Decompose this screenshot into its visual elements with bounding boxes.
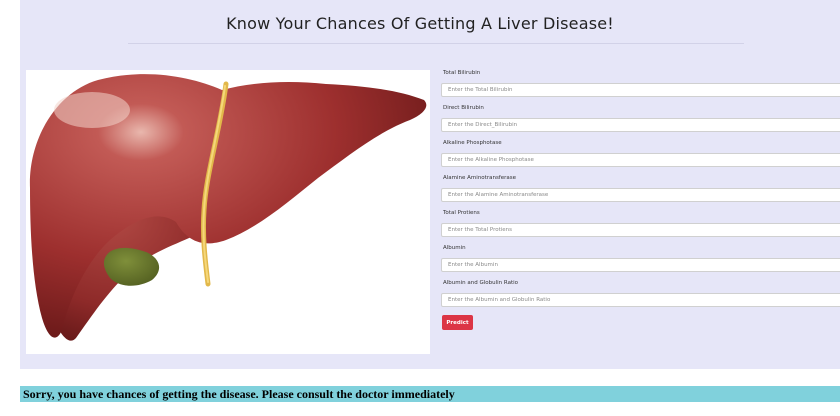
alkaline-phosphotase-label: Alkaline Phosphotase <box>443 140 502 146</box>
liver-illustration <box>26 70 430 354</box>
albumin-globulin-ratio-label: Albumin and Globulin Ratio <box>443 280 519 286</box>
total-protiens-label: Total Protiens <box>443 210 480 216</box>
alkaline-phosphotase-input[interactable] <box>441 153 840 167</box>
alamine-aminotransferase-label: Alamine Aminotransferase <box>443 175 517 181</box>
total-bilirubin-label: Total Bilirubin <box>443 70 481 76</box>
page-title: Know Your Chances Of Getting A Liver Dis… <box>226 14 614 33</box>
predict-button[interactable]: Predict <box>442 315 473 330</box>
alamine-aminotransferase-input[interactable] <box>441 188 840 202</box>
albumin-input[interactable] <box>441 258 840 272</box>
result-alert: Sorry, you have chances of getting the d… <box>20 386 840 402</box>
title-divider <box>128 43 744 44</box>
total-protiens-input[interactable] <box>441 223 840 237</box>
total-bilirubin-input[interactable] <box>441 83 840 97</box>
direct-bilirubin-input[interactable] <box>441 118 840 132</box>
result-message: Sorry, you have chances of getting the d… <box>23 387 455 401</box>
albumin-label: Albumin <box>443 245 466 251</box>
direct-bilirubin-label: Direct Bilirubin <box>443 105 484 111</box>
albumin-globulin-ratio-input[interactable] <box>441 293 840 307</box>
liver-highlight <box>54 92 130 128</box>
liver-image <box>29 74 427 341</box>
